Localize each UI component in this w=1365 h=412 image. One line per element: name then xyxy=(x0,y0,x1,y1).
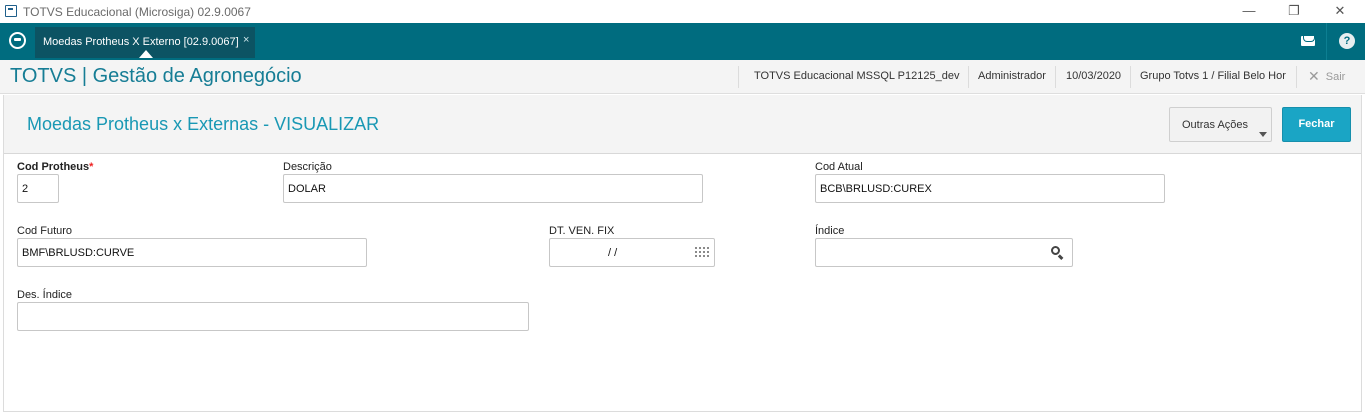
header-divider xyxy=(1130,66,1131,88)
other-actions-button[interactable]: Outras Ações xyxy=(1169,107,1272,142)
cod-futuro-value: BMF\BRLUSD:CURVE xyxy=(22,247,135,259)
restore-icon[interactable]: ❐ xyxy=(1282,2,1306,20)
mail-icon[interactable] xyxy=(1298,31,1318,51)
dt-ven-fix-value: / / xyxy=(608,247,618,259)
close-button[interactable]: Fechar xyxy=(1282,107,1351,142)
cod-futuro-field[interactable]: BMF\BRLUSD:CURVE xyxy=(17,238,367,267)
search-icon[interactable] xyxy=(1051,246,1064,260)
app-icon xyxy=(5,5,17,17)
descricao-label: Descrição xyxy=(283,161,332,173)
header-divider xyxy=(738,66,739,88)
dt-ven-fix-label: DT. VEN. FIX xyxy=(549,225,615,237)
form-title: Moedas Protheus x Externas - VISUALIZAR xyxy=(27,114,380,134)
des-indice-field[interactable] xyxy=(17,302,529,331)
indice-label: Índice xyxy=(815,225,845,237)
header-divider xyxy=(1296,66,1297,88)
cod-atual-field[interactable]: BCB\BRLUSD:CUREX xyxy=(815,174,1165,203)
minimize-icon[interactable]: — xyxy=(1237,2,1261,20)
other-actions-label: Outras Ações xyxy=(1182,119,1249,131)
dt-ven-fix-field[interactable]: / / xyxy=(549,238,715,267)
calendar-icon[interactable] xyxy=(695,247,709,259)
branch-label: Grupo Totvs 1 / Filial Belo Hor xyxy=(1140,70,1286,82)
cod-atual-label: Cod Atual xyxy=(815,161,863,173)
cod-protheus-value: 2 xyxy=(22,183,29,195)
close-window-icon[interactable]: ✕ xyxy=(1328,2,1352,20)
environment-label: TOTVS Educacional MSSQL P12125_dev xyxy=(754,70,960,82)
cod-protheus-label: Cod Protheus* xyxy=(17,161,94,173)
form-container: Moedas Protheus x Externas - VISUALIZAR … xyxy=(3,95,1362,412)
user-label: Administrador xyxy=(978,70,1046,82)
des-indice-label: Des. Índice xyxy=(17,289,73,301)
header-divider xyxy=(1055,66,1056,88)
tab-pointer xyxy=(139,50,153,58)
descricao-field[interactable]: DOLAR xyxy=(283,174,703,203)
required-mark: * xyxy=(89,161,94,173)
descricao-value: DOLAR xyxy=(288,183,326,195)
tab-close-icon[interactable]: × xyxy=(243,34,249,46)
window-title-bar: TOTVS Educacional (Microsiga) 02.9.0067 … xyxy=(0,0,1365,23)
brand-title: TOTVS | Gestão de Agronegócio xyxy=(10,65,302,87)
header-divider xyxy=(968,66,969,88)
window-title: TOTVS Educacional (Microsiga) 02.9.0067 xyxy=(23,5,251,19)
tab-bar: Moedas Protheus X Externo [02.9.0067] × … xyxy=(0,23,1365,60)
totvs-logo-icon[interactable] xyxy=(9,32,26,49)
date-label: 10/03/2020 xyxy=(1066,70,1122,82)
cod-futuro-label: Cod Futuro xyxy=(17,225,73,237)
form-header: Moedas Protheus x Externas - VISUALIZAR … xyxy=(4,95,1361,154)
tab-divider xyxy=(1326,23,1327,60)
cod-protheus-field[interactable]: 2 xyxy=(17,174,59,203)
indice-field[interactable] xyxy=(815,238,1073,267)
help-icon[interactable]: ? xyxy=(1337,31,1357,51)
app-header: TOTVS | Gestão de Agronegócio TOTVS Educ… xyxy=(0,60,1365,94)
tab-label: Moedas Protheus X Externo [02.9.0067] xyxy=(43,36,239,48)
caret-down-icon xyxy=(1259,132,1267,137)
logout-label: Sair xyxy=(1325,71,1346,83)
tab-moedas-protheus[interactable]: Moedas Protheus X Externo [02.9.0067] × xyxy=(35,27,255,58)
cod-atual-value: BCB\BRLUSD:CUREX xyxy=(820,183,932,195)
logout-button[interactable]: ✕ Sair xyxy=(1308,68,1345,85)
logout-icon: ✕ xyxy=(1308,68,1320,84)
